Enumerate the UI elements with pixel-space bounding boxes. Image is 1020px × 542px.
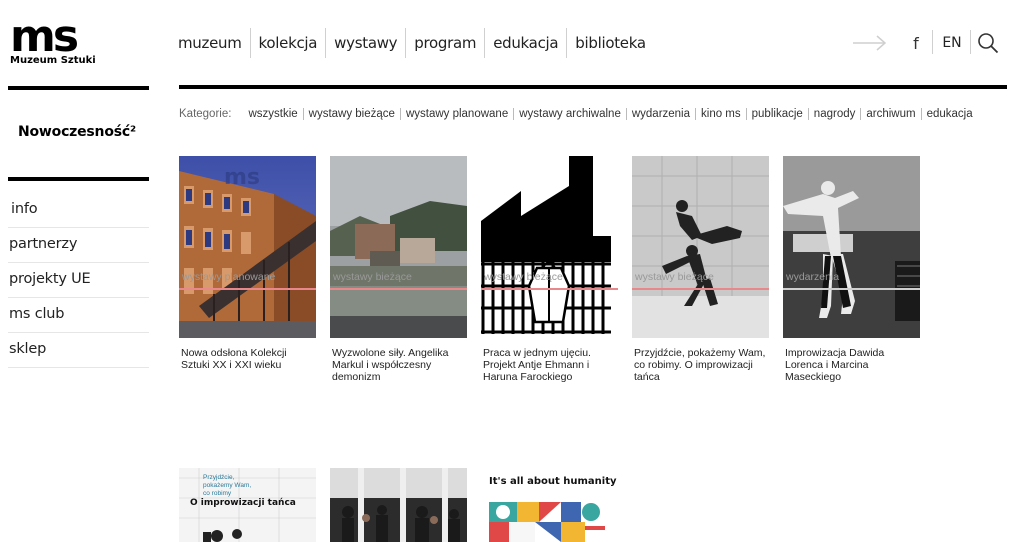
sidebar-item-partnerzy[interactable]: partnerzy [8, 228, 149, 263]
category-cinema[interactable]: kino ms [695, 108, 746, 120]
category-education[interactable]: edukacja [920, 108, 978, 120]
sidebar-title: Nowoczesność² [18, 124, 136, 140]
card-image-crowd[interactable] [330, 468, 467, 542]
card-title[interactable]: Przyjdźcie, pokażemy Wam, co robimy. O i… [632, 347, 769, 407]
language-switch[interactable]: EN [936, 28, 968, 58]
divider [970, 30, 971, 54]
card-image-dancer-studio[interactable] [783, 156, 920, 338]
sidebar-item-sklep[interactable]: sklep [8, 333, 149, 368]
card-image-dancers[interactable] [632, 156, 769, 338]
nav-item-kolekcja[interactable]: kolekcja [251, 28, 327, 58]
svg-text:ms: ms [224, 165, 260, 190]
category-archive-exhibitions[interactable]: wystawy archiwalne [513, 108, 626, 120]
nav-item-muzeum[interactable]: muzeum [170, 28, 251, 58]
facebook-link[interactable]: f [904, 28, 928, 58]
card-image-factory-pictogram[interactable] [481, 156, 618, 338]
poster-title: O improwizacji tańca [190, 498, 296, 508]
event-card[interactable] [330, 468, 467, 542]
card-title[interactable]: Praca w jednym ujęciu. Projekt Antje Ehm… [481, 347, 618, 407]
nav-item-edukacja[interactable]: edukacja [485, 28, 568, 58]
category-planned[interactable]: wystawy planowane [399, 108, 513, 120]
poster-line: co robimy [203, 490, 232, 497]
card-title[interactable]: Nowa odsłona Kolekcji Sztuki XX i XXI wi… [179, 347, 316, 407]
card-title[interactable]: Improwizacja Dawida Lorenca i Marcina Ma… [783, 347, 920, 407]
header-rule [179, 85, 1007, 89]
sidebar-rule-top [8, 86, 149, 90]
search-icon[interactable] [976, 28, 1000, 58]
poster-text: Przyjdźcie, pokażemy Wam, co robimy [203, 474, 251, 498]
category-filter: Kategorie: wszystkie wystawy bieżące wys… [179, 106, 978, 122]
poster-line: Przyjdźcie, [203, 474, 235, 481]
logo[interactable]: ms Muzeum Sztuki [10, 11, 100, 67]
logo-subtitle: Muzeum Sztuki [10, 55, 96, 66]
sidebar-item-info[interactable]: info [8, 193, 149, 228]
category-events[interactable]: wydarzenia [625, 108, 695, 120]
nav-item-program[interactable]: program [406, 28, 486, 58]
card-category[interactable]: wystawy bieżące [330, 271, 467, 290]
category-all[interactable]: wszystkie [248, 108, 302, 120]
sidebar-rule-bottom [8, 177, 149, 181]
category-publications[interactable]: publikacje [745, 108, 808, 120]
category-awards[interactable]: nagrody [807, 108, 861, 120]
card-category[interactable]: wydarzenia [783, 271, 920, 290]
category-current[interactable]: wystawy bieżące [302, 108, 400, 120]
arrow-right-icon[interactable] [852, 28, 890, 58]
sidebar-nav: info partnerzy projekty UE ms club sklep [8, 193, 149, 368]
poster-line: pokażemy Wam, [203, 482, 252, 489]
divider [932, 30, 933, 54]
logo-mark: ms [10, 11, 79, 62]
card-image-flooded-factory[interactable] [330, 156, 467, 338]
poster-title: It's all about humanity [489, 476, 617, 487]
event-card[interactable]: It's all about humanity [481, 468, 618, 542]
card-title[interactable]: Wyzwolone siły. Angelika Markul i współc… [330, 347, 467, 407]
card-category[interactable]: wystawy bieżące [632, 271, 769, 290]
card-category[interactable]: wystawy bieżące [481, 271, 618, 290]
category-label: Kategorie: [179, 108, 232, 120]
card-image-factory-building[interactable]: ms [179, 156, 316, 338]
main-nav: muzeum kolekcja wystawy program edukacja… [170, 28, 654, 58]
nav-item-wystawy[interactable]: wystawy [326, 28, 407, 58]
category-archive[interactable]: archiwum [860, 108, 920, 120]
sidebar-item-ms-club[interactable]: ms club [8, 298, 149, 333]
nav-item-biblioteka[interactable]: biblioteka [567, 28, 653, 58]
event-card[interactable]: Przyjdźcie, pokażemy Wam, co robimy O im… [179, 468, 316, 542]
sidebar-item-projekty-ue[interactable]: projekty UE [8, 263, 149, 298]
card-category[interactable]: wystawy planowane [179, 271, 316, 290]
